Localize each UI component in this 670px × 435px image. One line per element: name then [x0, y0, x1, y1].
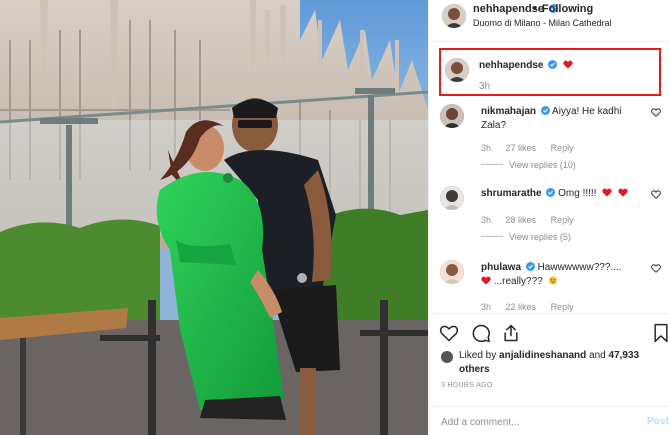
comment-meta: 3h 27 likes Reply [481, 143, 586, 153]
reply-button[interactable]: Reply [551, 215, 574, 225]
post-location[interactable]: Duomo di Milano - Milan Cathedral [473, 18, 612, 28]
comment-likes[interactable]: 28 likes [506, 215, 537, 225]
post-comment-button[interactable]: Post [647, 416, 669, 427]
commenter-avatar[interactable] [440, 104, 464, 128]
heart-icon[interactable] [651, 264, 661, 273]
follow-status[interactable]: • Following [533, 3, 593, 15]
view-replies-divider [481, 164, 503, 165]
follow-status-label[interactable]: Following [542, 3, 593, 15]
view-replies-divider [481, 236, 503, 237]
likes-text: Liked by anjalidineshanand and 47,933 ot… [459, 349, 659, 377]
caption-line: nehhapendse [479, 60, 573, 71]
photo-illustration [0, 0, 428, 435]
verified-badge-icon [525, 262, 535, 271]
reply-button[interactable]: Reply [551, 143, 574, 153]
comment-text: shrumarathe Omg !!!!! [481, 187, 643, 201]
likes-prefix: Liked by [459, 350, 497, 361]
follow-separator: • [533, 3, 537, 15]
add-comment-bar: Post [429, 406, 670, 435]
heart-emoji-icon [481, 276, 491, 285]
post-photo[interactable] [0, 0, 428, 435]
commenter-avatar[interactable] [440, 260, 464, 284]
comment-body-continued: ...really??? [493, 276, 543, 287]
comment-icon[interactable] [471, 323, 491, 343]
heart-emoji-icon [618, 188, 628, 197]
comment-time: 3h [481, 143, 492, 153]
comment-meta: 3h 28 likes Reply [481, 215, 586, 225]
comment-meta: 3h 22 likes Reply [481, 302, 586, 312]
comment-text: nikmahajan Aiyya! He kadhi Zala? [481, 105, 643, 133]
verified-badge-icon [546, 188, 556, 197]
verified-badge-icon [548, 60, 558, 69]
post-actions: Liked by anjalidineshanand and 47,933 ot… [429, 313, 670, 435]
liked-by-user[interactable]: anjalidineshanand [499, 350, 586, 361]
likes-and: and [589, 350, 606, 361]
heart-emoji-icon [563, 60, 573, 69]
post-sidebar: nehhapendse • Following Duomo di Milano … [428, 0, 670, 435]
view-replies-label[interactable]: View replies (10) [509, 160, 576, 170]
comment-time: 3h [481, 215, 492, 225]
caption-highlight: nehhapendse 3h [439, 48, 661, 96]
reply-button[interactable]: Reply [551, 302, 574, 312]
post-header: nehhapendse • Following Duomo di Milano … [429, 0, 670, 42]
heart-icon[interactable] [439, 323, 459, 343]
comment-body: Hawwwwww???.... [537, 262, 622, 273]
post-timestamp: 3 HOURS AGO [441, 382, 493, 389]
commenter-username[interactable]: nikmahajan [481, 106, 536, 117]
view-replies-link[interactable]: View replies (10) [481, 160, 576, 170]
author-avatar[interactable] [442, 4, 466, 28]
commenter-username[interactable]: shrumarathe [481, 188, 542, 199]
heart-emoji-icon [602, 188, 612, 197]
caption-time: 3h [479, 81, 491, 92]
comment-text: phulawa Hawwwwww???.... ...really??? [481, 261, 643, 289]
verified-badge-icon [540, 106, 550, 115]
heart-icon[interactable] [651, 108, 661, 117]
comment-likes[interactable]: 27 likes [506, 143, 537, 153]
commenter-avatar[interactable] [440, 186, 464, 210]
comment-body: Omg !!!!! [558, 188, 597, 199]
bookmark-icon[interactable] [651, 323, 670, 343]
commenter-username[interactable]: phulawa [481, 262, 521, 273]
view-replies-link[interactable]: View replies (5) [481, 232, 571, 242]
comment-time: 3h [481, 302, 492, 312]
view-replies-label[interactable]: View replies (5) [509, 232, 571, 242]
smiley-emoji-icon [549, 276, 558, 285]
comment-input[interactable] [441, 415, 631, 429]
comment-likes[interactable]: 22 likes [506, 302, 537, 312]
caption-avatar[interactable] [445, 58, 469, 82]
caption-username[interactable]: nehhapendse [479, 60, 543, 71]
heart-icon[interactable] [651, 190, 661, 199]
liked-by-avatar[interactable] [441, 351, 453, 363]
share-icon[interactable] [501, 323, 521, 343]
